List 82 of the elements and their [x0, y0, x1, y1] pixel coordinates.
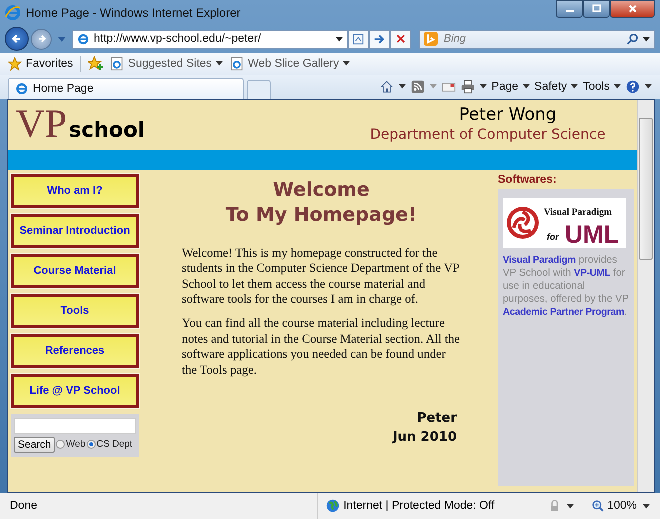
caret-icon: [571, 84, 578, 90]
product-logo[interactable]: Visual Paradigm for UML: [503, 198, 626, 248]
intro-paragraph: Welcome! This is my homepage constructed for the students in the Computer Science Department of the VP School to let them access the course material and software tools for the courses I am in charge of.: [182, 246, 460, 308]
nav-button[interactable]: Seminar Introduction: [11, 214, 139, 248]
star-icon: [8, 56, 22, 71]
welcome-heading: To My Homepage!: [226, 202, 418, 228]
maximize-button[interactable]: [583, 0, 610, 18]
maximize-icon: [592, 4, 602, 14]
command-menu[interactable]: Tools: [583, 80, 621, 93]
search-engine-icon: [424, 32, 438, 46]
feed-icon[interactable]: [410, 80, 425, 94]
page-icon: [77, 32, 90, 46]
compatibility-view-button[interactable]: [348, 30, 369, 49]
caret-icon: [522, 84, 530, 90]
nav-button[interactable]: Who am I?: [11, 174, 139, 208]
command-menu[interactable]: Page: [492, 80, 530, 93]
dropdown-icon[interactable]: [398, 84, 406, 90]
search-field[interactable]: Bing: [442, 32, 623, 46]
close-icon: [628, 4, 638, 14]
close-button[interactable]: [610, 0, 655, 18]
signature-text: Peter: [417, 411, 457, 426]
back-button[interactable]: [5, 27, 29, 52]
owner-name: Peter Wong: [459, 104, 557, 125]
site-logo-initials: VP: [16, 104, 68, 144]
minimize-button[interactable]: [556, 0, 583, 18]
command-menu[interactable]: Safety: [534, 80, 578, 93]
favorites-link[interactable]: Suggested Sites: [110, 56, 224, 71]
page-icon: [15, 82, 29, 96]
browser-logo-icon: [5, 4, 21, 21]
signature-text: Jun 2010: [392, 430, 457, 446]
site-search-field[interactable]: [14, 418, 136, 434]
zoom-button[interactable]: 100%: [592, 500, 637, 512]
search-icon[interactable]: [627, 33, 639, 46]
globe-icon: [326, 499, 340, 514]
scrollbar[interactable]: [637, 100, 654, 492]
favorites-link[interactable]: Web Slice Gallery: [230, 56, 350, 71]
site-logo-word: school: [69, 118, 146, 142]
text-link[interactable]: Visual Paradigm: [503, 254, 576, 266]
go-button[interactable]: [369, 30, 390, 49]
caret-icon: [216, 61, 224, 66]
dropdown-icon[interactable]: [566, 504, 574, 509]
search-box[interactable]: Bing: [419, 30, 655, 49]
intro-paragraph: You can find all the course material including lecture notes and tutorial in the Course Material section. All the software applications you needed can be found under the Tools page.: [182, 316, 461, 378]
nav-button[interactable]: Course Material: [11, 254, 139, 288]
text-link[interactable]: VP-UML: [574, 268, 611, 279]
radio-label: CS Dept: [96, 439, 133, 450]
home-icon[interactable]: [380, 80, 394, 94]
dropdown-icon[interactable]: [480, 84, 487, 90]
status-text: Done: [10, 500, 38, 512]
caret-icon: [343, 61, 350, 66]
address-field[interactable]: http://www.vp-school.edu/~peter/: [72, 30, 348, 49]
window-title: Home Page - Windows Internet Explorer: [26, 6, 242, 20]
sidebar-title: Softwares:: [498, 174, 558, 186]
add-favorite-icon[interactable]: [88, 56, 104, 72]
zoom-icon: [592, 500, 604, 512]
search-button[interactable]: Search: [14, 436, 56, 453]
radio-label: Web: [66, 439, 86, 450]
print-icon[interactable]: [460, 80, 475, 94]
dropdown-icon[interactable]: [643, 504, 650, 509]
dropdown-icon[interactable]: [336, 36, 343, 42]
sponsor-text: Visual Paradigm provides VP School with VP-UML for use in educational purposes, offered by the VP Academic Partner Program.: [503, 254, 629, 319]
help-icon[interactable]: [626, 80, 640, 94]
page-icon: [110, 56, 124, 71]
welcome-heading: Welcome: [273, 178, 370, 203]
stop-button[interactable]: [390, 30, 411, 49]
browser-tab[interactable]: Home Page: [8, 78, 244, 99]
dropdown-icon[interactable]: [645, 84, 652, 90]
close-icon: [394, 33, 406, 46]
caret-icon: [614, 84, 621, 90]
dropdown-icon[interactable]: [643, 36, 650, 42]
nav-button[interactable]: Life @ VP School: [11, 374, 139, 408]
nav-button[interactable]: Tools: [11, 294, 139, 328]
favorites-button[interactable]: Favorites: [8, 56, 74, 71]
security-zone-text: Internet | Protected Mode: Off: [344, 500, 495, 512]
radio-button[interactable]: [86, 440, 96, 450]
arrow-right-icon: [373, 32, 386, 46]
department-name: Department of Computer Science: [370, 126, 606, 143]
page-icon: [230, 56, 244, 71]
nav-button[interactable]: References: [11, 334, 139, 368]
text-link[interactable]: Academic Partner Program: [503, 306, 625, 318]
radio-button[interactable]: [56, 440, 66, 450]
forward-button[interactable]: [31, 28, 52, 50]
